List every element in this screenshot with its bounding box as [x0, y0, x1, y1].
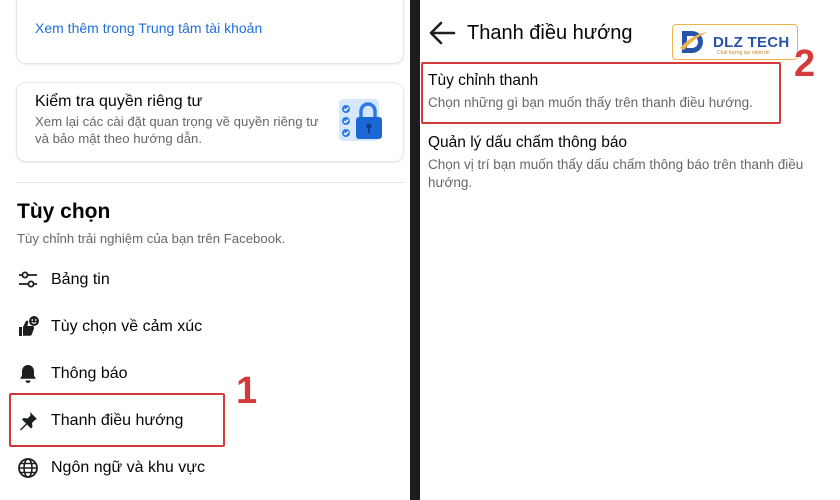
page-title: Thanh điều hướng — [467, 22, 633, 44]
settings-panel: Xem thêm trong Trung tâm tài khoản Kiểm … — [0, 0, 410, 500]
privacy-lock-icon — [339, 99, 382, 141]
logo-text: DLZ TECH — [713, 33, 790, 51]
menu-item-reactions[interactable]: Tùy chọn về cảm xúc — [16, 309, 396, 345]
navigation-bar-panel: Thanh điều hướng DLZ TECH Chất lượng tạo… — [420, 0, 840, 500]
privacy-checkup-description: Xem lại các cài đặt quan trọng về quyền … — [35, 114, 319, 146]
account-center-card: Xem thêm trong Trung tâm tài khoản — [16, 0, 404, 64]
notification-dots-title[interactable]: Quản lý dấu chấm thông báo — [428, 134, 627, 152]
sliders-icon — [16, 268, 40, 292]
back-arrow-icon[interactable] — [428, 20, 456, 46]
menu-item-label: Ngôn ngữ và khu vực — [51, 459, 205, 476]
step-1-highlight-box — [9, 393, 225, 447]
privacy-checkup-title: Kiểm tra quyền riêng tư — [35, 93, 203, 110]
privacy-checkup-card[interactable]: Kiểm tra quyền riêng tư Xem lại các cài … — [16, 82, 404, 162]
menu-item-label: Tùy chọn về cảm xúc — [51, 318, 203, 335]
step-2-number: 2 — [794, 43, 816, 85]
menu-item-label: Bảng tin — [51, 271, 110, 288]
globe-icon — [16, 456, 40, 480]
section-subtitle: Tùy chỉnh trải nghiệm của bạn trên Faceb… — [17, 231, 286, 246]
bell-icon — [16, 362, 40, 386]
section-title: Tùy chọn — [17, 200, 111, 223]
dlz-tech-logo: DLZ TECH Chất lượng tạo niềm tin — [672, 24, 798, 60]
menu-item-label: Thông báo — [51, 365, 128, 382]
notification-dots-description: Chọn vị trí bạn muốn thấy dấu chấm thông… — [428, 157, 804, 190]
section-divider — [16, 182, 404, 183]
account-center-link[interactable]: Xem thêm trong Trung tâm tài khoản — [35, 20, 262, 36]
logo-tagline: Chất lượng tạo niềm tin — [717, 50, 770, 56]
step-2-highlight-box — [421, 62, 781, 124]
menu-item-notifications[interactable]: Thông báo — [16, 356, 396, 392]
logo-mark-icon — [680, 31, 708, 53]
step-1-number: 1 — [236, 370, 258, 412]
reactions-icon — [16, 315, 40, 339]
menu-item-news-feed[interactable]: Bảng tin — [16, 262, 396, 298]
menu-item-language-region[interactable]: Ngôn ngữ và khu vực — [16, 450, 396, 486]
